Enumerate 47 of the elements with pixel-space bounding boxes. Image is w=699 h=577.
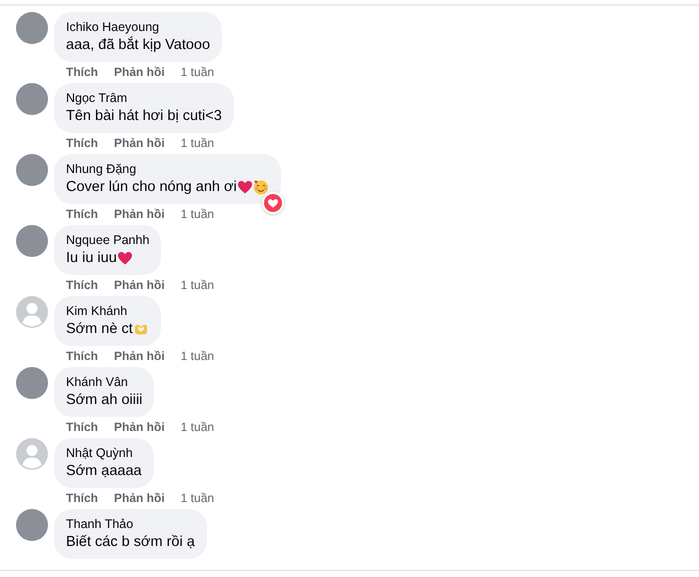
comment-author[interactable]: Khánh Vân xyxy=(66,374,142,390)
like-link[interactable]: Thích xyxy=(66,491,98,505)
comment-text: Sớm ah oiiii xyxy=(66,391,142,410)
avatar-photo-placeholder[interactable] xyxy=(16,154,48,186)
comment-time[interactable]: 1 tuần xyxy=(180,420,214,434)
love-reaction-icon[interactable] xyxy=(262,192,284,214)
like-link[interactable]: Thích xyxy=(66,207,98,221)
reply-link[interactable]: Phản hồi xyxy=(114,349,165,363)
reply-link[interactable]: Phản hồi xyxy=(114,136,165,150)
like-link[interactable]: Thích xyxy=(66,278,98,292)
comment-text: aaa, đã bắt kịp Vatooo xyxy=(66,35,210,55)
reply-link[interactable]: Phản hồi xyxy=(114,491,165,505)
avatar-photo-placeholder[interactable] xyxy=(16,509,48,541)
comment-text: Sớm ạaaaa xyxy=(66,462,142,481)
avatar-photo-placeholder[interactable] xyxy=(16,367,48,399)
like-link[interactable]: Thích xyxy=(66,349,98,363)
comment-author[interactable]: Nhung Đặng xyxy=(66,161,269,177)
comment-time[interactable]: 1 tuần xyxy=(180,491,214,505)
like-link[interactable]: Thích xyxy=(66,420,98,434)
comment-time[interactable]: 1 tuần xyxy=(180,136,214,150)
reply-link[interactable]: Phản hồi xyxy=(114,420,165,434)
comment-author[interactable]: Ngọc Trâm xyxy=(66,90,222,106)
reply-link[interactable]: Phản hồi xyxy=(114,278,165,292)
comment-author[interactable]: Ichiko Haeyoung xyxy=(66,19,210,35)
avatar-photo-placeholder[interactable] xyxy=(16,83,48,115)
comment-author[interactable]: Ngquee Panhh xyxy=(66,232,150,248)
comment-time[interactable]: 1 tuần xyxy=(180,207,214,221)
like-link[interactable]: Thích xyxy=(66,65,98,79)
comment-text: Sớm nè ct xyxy=(66,320,133,339)
comment-author[interactable]: Nhật Quỳnh xyxy=(66,445,142,461)
comment-time[interactable]: 1 tuần xyxy=(180,349,214,363)
heart-icon xyxy=(116,250,133,266)
comment-time[interactable]: 1 tuần xyxy=(180,65,214,79)
comment-text: Cover lún cho nóng anh ơi xyxy=(66,178,237,197)
heart-icon xyxy=(236,179,253,195)
comment-author[interactable]: Kim Khánh xyxy=(66,303,149,319)
comment-time[interactable]: 1 tuần xyxy=(180,278,214,292)
like-link[interactable]: Thích xyxy=(66,136,98,150)
avatar-photo-placeholder[interactable] xyxy=(16,12,48,44)
avatar-photo-placeholder[interactable] xyxy=(16,225,48,257)
reply-link[interactable]: Phản hồi xyxy=(114,65,165,79)
comment-text: Tên bài hát hơi bị cuti<3 xyxy=(66,107,222,126)
comment-author[interactable]: Thanh Thảo xyxy=(66,516,195,532)
smiling-face-icon xyxy=(252,179,269,195)
comment-text: Iu iu iuu xyxy=(66,249,117,268)
comment-text: Biết các b sớm rồi ạ xyxy=(66,533,195,552)
reply-link[interactable]: Phản hồi xyxy=(114,207,165,221)
